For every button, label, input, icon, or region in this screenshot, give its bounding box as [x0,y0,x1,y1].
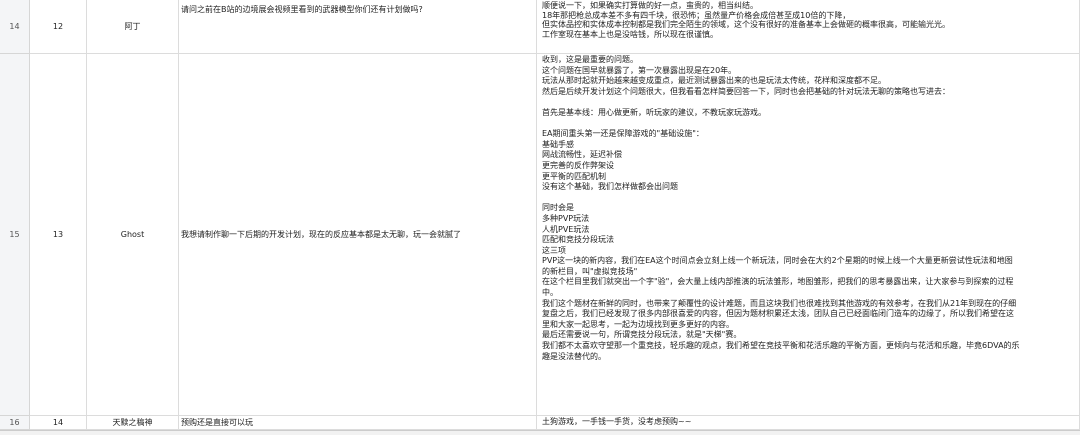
row-number: 14 [9,22,20,31]
cell-answer[interactable]: 收到，这是最重要的问题。 这个问题在国早就暴露了，第一次暴露出现是在20年。 玩… [537,54,1080,416]
answer-line: 最后还需要说一句，所谓竞技分段玩法，就是"天梯"赛。 [542,330,742,340]
answer-line: 我们都不太喜欢守望那一个重竞技，轻乐趣的观点，我们希望在竞技平衡和花活乐趣的平衡… [542,341,1020,351]
answer-line: 的新栏目，叫"虚拟竞技场" [542,266,638,276]
next-row-strip [0,430,1080,435]
cell-no[interactable]: 14 [30,416,87,430]
answer-line: 我们这个题材在新鲜的同时，也带来了颠覆性的设计难题，而且这块我们也很难找到其他游… [542,298,1017,308]
cell-name[interactable]: 天黩之稿神 [87,416,179,430]
answer-line: 同时会是 [542,203,574,213]
answer-line: 基础手感 [542,139,574,149]
answer-line: 18年那把枪总成本差不多有四千块，很恐怖；虽然量产价格会成倍甚至成10倍的下降， [542,10,851,20]
answer-line [542,119,1077,130]
answer-line: 没有这个基础，我们怎样做都会出问题 [542,182,678,192]
cell-no-text: 14 [52,418,64,427]
answer-line: 这三项 [542,245,566,255]
cell-name-text: 阿丁 [124,22,141,31]
answer-line: 在这个栏目里我们就突出一个字"验"，会大量上线内部推演的玩法雏形，地图雏形，把我… [542,277,1014,287]
cell-question-text: 预购还是直接可以玩 [181,418,253,427]
row-header-14[interactable]: 14 [0,0,30,54]
answer-line [542,193,1077,204]
row-number: 16 [9,418,20,427]
answer-line: 趣是没法替代的。 [542,351,606,361]
answer-line: 工作室现在基本上也是没啥钱，所以现在很谨慎。 [542,29,718,39]
cell-no-text: 13 [52,230,64,239]
answer-line [542,97,1077,108]
answer-line: 玩法从那时起就开始越来越变成重点，最近测试暴露出来的也是玩法太传统，花样和深度都… [542,76,886,86]
answer-line: 更完善的反作弊架设 [542,160,614,170]
cell-name[interactable]: Ghost [87,54,179,416]
cell-question[interactable]: 请问之前在B站的边境展会视频里看到的武器模型你们还有计划做吗? [179,0,537,54]
cell-no[interactable]: 13 [30,54,87,416]
answer-line: 网战流畅性，延迟补偿 [542,150,622,160]
row-header-15[interactable]: 15 [0,54,30,416]
cell-answer[interactable]: 土狗游戏，一手钱一手货，没考虑预购~~ [537,416,1080,430]
cell-name-text: 天黩之稿神 [112,418,153,427]
answer-line: 然后是后续开发计划这个问题很大，但我看看怎样简要回答一下，同时也会把基础的针对玩… [542,86,950,96]
answer-line: 顺便说一下，如果确实打算做的好一点，蛮贵的，相当纠结。 [542,1,758,10]
answer-line: 收到，这是最重要的问题。 [542,55,638,64]
cell-name[interactable]: 阿丁 [87,0,179,54]
cell-answer[interactable]: 顺便说一下，如果确实打算做的好一点，蛮贵的，相当纠结。 18年那把枪总成本差不多… [537,0,1080,54]
answer-line: 中。 [542,288,558,298]
answer-line: PVP这一块的新内容，我们在EA这个时间点会立刻上线一个新玩法，同时会在大约2个… [542,256,1013,266]
cell-question[interactable]: 预购还是直接可以玩 [179,416,537,430]
answer-line: 这个问题在国早就暴露了，第一次暴露出现是在20年。 [542,65,737,75]
cell-no-text: 12 [52,22,64,31]
answer-line: 但实体品控和实体成本控制都是我们完全陌生的领域，这个没有很好的准备基本上会做砸的… [542,20,950,30]
answer-line: 人机PVE玩法 [542,224,590,234]
cell-no[interactable]: 12 [30,0,87,54]
cell-question-text: 请问之前在B站的边境展会视频里看到的武器模型你们还有计划做吗? [181,5,423,14]
answer-line: 更平衡的匹配机制 [542,171,606,181]
answer-line: 匹配和竞技分段玩法 [542,235,614,245]
answer-line: EA期间重头第一还是保障游戏的"基础设施"： [542,129,704,139]
answer-line: 首先是基本线：用心做更新，听玩家的建议，不教玩家玩游戏。 [542,107,766,117]
answer-line: 多种PVP玩法 [542,213,590,223]
answer-line: 复盘之后，我们已经发现了很多内部很喜爱的内容，但因为题材积累还太浅，团队自己已经… [542,309,1014,319]
answer-line: 土狗游戏，一手钱一手货，没考虑预购~~ [542,417,692,426]
row-header-16[interactable]: 16 [0,416,30,430]
cell-name-text: Ghost [120,230,145,239]
row-number: 15 [9,230,20,239]
cell-question-text: 我想请制作聊一下后期的开发计划，现在的反应基本都是太无聊，玩一会就腻了 [181,230,461,239]
answer-line: 里和大家一起思考，一起为边境找到更多更好的内容。 [542,319,734,329]
cell-question[interactable]: 我想请制作聊一下后期的开发计划，现在的反应基本都是太无聊，玩一会就腻了 [179,54,537,416]
